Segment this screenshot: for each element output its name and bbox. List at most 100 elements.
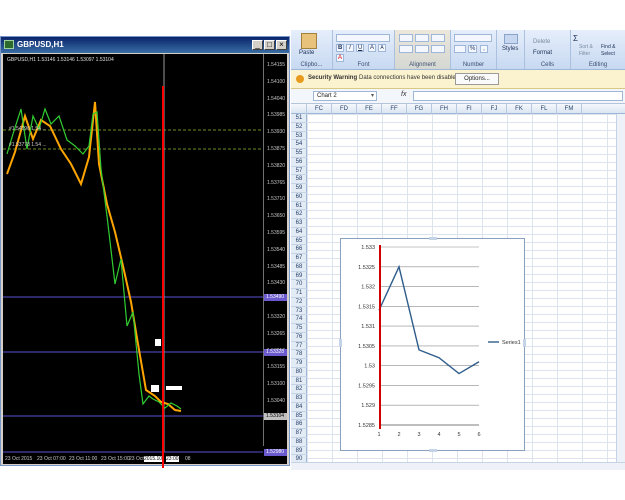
styles-icon[interactable] <box>504 34 518 44</box>
column-header[interactable]: FH <box>432 104 457 114</box>
column-header[interactable]: FF <box>382 104 407 114</box>
row-header[interactable]: 89 <box>291 447 307 456</box>
price-scale-label: 1.53320 <box>267 314 286 320</box>
column-header[interactable]: FE <box>357 104 382 114</box>
name-box[interactable]: Chart 2 <box>313 91 377 101</box>
grow-font-button[interactable]: A <box>368 44 377 52</box>
mt4-titlebar[interactable]: GBPUSD,H1 _ □ × <box>1 37 289 53</box>
column-header[interactable]: FC <box>307 104 332 114</box>
column-header[interactable]: FG <box>407 104 432 114</box>
column-header[interactable]: FM <box>557 104 582 114</box>
vertical-scrollbar[interactable] <box>616 114 625 464</box>
price-scale-label: 1.53265 <box>267 330 286 337</box>
row-header[interactable]: 62 <box>291 210 307 219</box>
row-header[interactable]: 86 <box>291 420 307 429</box>
row-header[interactable]: 52 <box>291 123 307 132</box>
row-header[interactable]: 51 <box>291 114 307 123</box>
maximize-button[interactable]: □ <box>264 40 275 50</box>
row-header[interactable]: 69 <box>291 272 307 281</box>
alignment-group: Alignment <box>395 30 451 69</box>
bold-button[interactable]: B <box>336 44 345 52</box>
row-header[interactable]: 63 <box>291 219 307 228</box>
close-button[interactable]: × <box>276 40 287 50</box>
column-header[interactable]: FJ <box>482 104 507 114</box>
row-header[interactable]: 71 <box>291 289 307 298</box>
autosum-button[interactable]: Σ <box>573 34 578 43</box>
row-header[interactable]: 75 <box>291 324 307 333</box>
comma-button[interactable]: , <box>480 45 488 53</box>
align-left-button[interactable] <box>399 45 413 53</box>
column-header[interactable]: FD <box>332 104 357 114</box>
row-header[interactable]: 64 <box>291 228 307 237</box>
styles-label[interactable]: Styles <box>502 46 518 52</box>
row-header[interactable]: 77 <box>291 342 307 351</box>
select-all-corner[interactable] <box>291 104 307 114</box>
column-header[interactable]: FI <box>457 104 482 114</box>
row-header[interactable]: 80 <box>291 368 307 377</box>
font-name-box[interactable] <box>336 34 390 42</box>
percent-button[interactable]: % <box>468 45 478 53</box>
row-header[interactable]: 54 <box>291 140 307 149</box>
column-header[interactable]: FL <box>532 104 557 114</box>
font-color-button[interactable]: A <box>336 54 345 62</box>
excel-window: Paste Clipbo... B I U A A A Font Alignme… <box>291 30 625 470</box>
align-right-button[interactable] <box>431 45 445 53</box>
row-header[interactable]: 70 <box>291 280 307 289</box>
column-header[interactable]: FK <box>507 104 532 114</box>
delete-button[interactable]: Delete <box>533 39 550 45</box>
number-format-box[interactable] <box>454 34 492 42</box>
row-header[interactable]: 55 <box>291 149 307 158</box>
row-header[interactable]: 85 <box>291 412 307 421</box>
format-button[interactable]: Format <box>533 50 552 56</box>
row-header[interactable]: 58 <box>291 175 307 184</box>
paste-label[interactable]: Paste <box>299 50 314 56</box>
insert-function-button[interactable]: fx <box>401 91 406 98</box>
row-header[interactable]: 65 <box>291 237 307 246</box>
currency-button[interactable] <box>454 45 466 53</box>
align-middle-button[interactable] <box>415 34 429 42</box>
price-chart[interactable]: GBPUSD,H1 1.53146 1.53146 1.53097 1.5310… <box>3 54 287 464</box>
row-header[interactable]: 87 <box>291 429 307 438</box>
row-header[interactable]: 84 <box>291 403 307 412</box>
row-header[interactable]: 73 <box>291 307 307 316</box>
options-button[interactable]: Options... <box>455 73 499 85</box>
price-scale[interactable]: 1.54155 1.54100 1.54040 1.53985 1.53930 1.538… <box>263 54 287 456</box>
row-header[interactable]: 59 <box>291 184 307 193</box>
row-header[interactable]: 78 <box>291 350 307 359</box>
row-header[interactable]: 72 <box>291 298 307 307</box>
row-header[interactable]: 79 <box>291 359 307 368</box>
row-header[interactable]: 68 <box>291 263 307 272</box>
x-tick-label: 6 <box>477 432 480 438</box>
horizontal-scrollbar[interactable] <box>291 462 625 470</box>
vertical-time-marker[interactable] <box>162 86 164 468</box>
align-center-button[interactable] <box>415 45 429 53</box>
underline-button[interactable]: U <box>356 44 365 52</box>
y-tick-label: 1.5305 <box>358 344 375 350</box>
find-select-button[interactable]: Find & <box>601 44 615 50</box>
paste-icon[interactable] <box>301 33 317 49</box>
formula-input[interactable] <box>413 91 623 101</box>
y-tick-label: 1.533 <box>361 245 375 251</box>
embedded-line-chart[interactable]: 1.533 1.5325 1.532 1.5315 1.531 1.5305 1.53 1.5… <box>339 237 526 452</box>
row-header[interactable]: 67 <box>291 254 307 263</box>
price-scale-label: 1.53430 <box>267 280 286 287</box>
shrink-font-button[interactable]: A <box>378 44 386 52</box>
row-header[interactable]: 83 <box>291 394 307 403</box>
row-header[interactable]: 74 <box>291 315 307 324</box>
row-header[interactable]: 81 <box>291 377 307 386</box>
row-header[interactable]: 56 <box>291 158 307 167</box>
minimize-button[interactable]: _ <box>252 40 263 50</box>
align-bottom-button[interactable] <box>431 34 445 42</box>
row-header[interactable]: 88 <box>291 438 307 447</box>
align-top-button[interactable] <box>399 34 413 42</box>
sort-filter-button[interactable]: Sort & <box>579 44 593 50</box>
row-header[interactable]: 60 <box>291 193 307 202</box>
row-header[interactable]: 53 <box>291 132 307 141</box>
row-header[interactable]: 76 <box>291 333 307 342</box>
italic-button[interactable]: I <box>346 44 354 52</box>
name-box-dropdown-icon[interactable]: ▾ <box>371 92 374 99</box>
row-header[interactable]: 57 <box>291 167 307 176</box>
row-header[interactable]: 61 <box>291 202 307 211</box>
row-header[interactable]: 82 <box>291 385 307 394</box>
row-header[interactable]: 66 <box>291 245 307 254</box>
